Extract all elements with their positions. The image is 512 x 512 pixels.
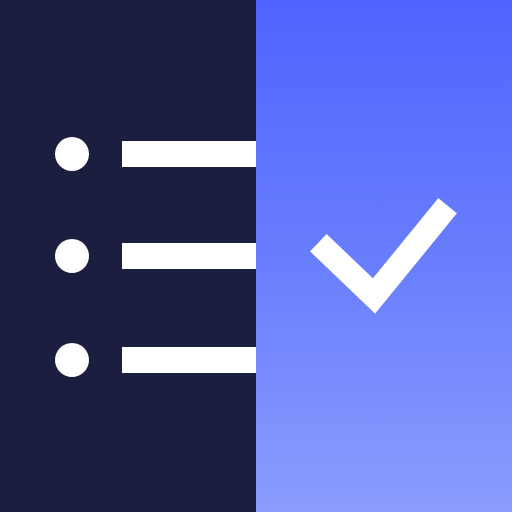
checkmark-icon	[310, 198, 457, 314]
list-item	[0, 136, 256, 172]
bullet-point-icon	[55, 343, 89, 377]
list-line	[122, 141, 256, 167]
list-item	[0, 342, 256, 378]
bullet-point-icon	[55, 239, 89, 273]
checklist-app-icon	[0, 0, 512, 512]
list-panel	[0, 0, 256, 512]
list-line	[122, 243, 256, 269]
list-line	[122, 347, 256, 373]
bullet-point-icon	[55, 137, 89, 171]
list-item	[0, 238, 256, 274]
